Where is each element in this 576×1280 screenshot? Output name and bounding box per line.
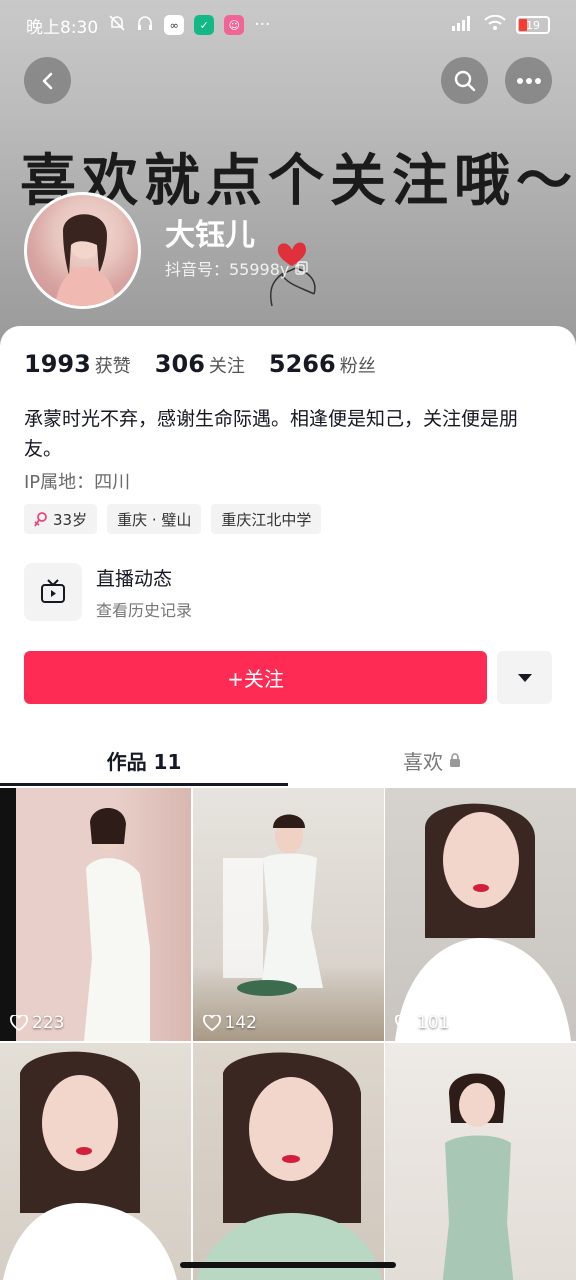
tag-label: 33岁 [53, 510, 88, 529]
signal-icon [450, 15, 474, 36]
tab-label: 喜欢 [403, 749, 443, 774]
stat-label: 粉丝 [339, 356, 376, 377]
video-thumbnail[interactable] [385, 1043, 576, 1280]
video-thumbnail[interactable]: 223 [0, 788, 191, 1041]
video-thumbnail[interactable]: 142 [192, 788, 384, 1041]
video-thumbnail[interactable] [192, 1043, 384, 1280]
chevron-left-icon [42, 72, 52, 89]
battery-level: 19 [526, 18, 540, 32]
stat-followers[interactable]: 5266 粉丝 [269, 350, 376, 378]
more-options-button[interactable] [505, 57, 552, 104]
stat-label: 关注 [208, 356, 245, 377]
video-thumbnail[interactable] [0, 1043, 191, 1280]
stat-label: 获赞 [94, 356, 131, 377]
tag-label: 重庆 · 璧山 [117, 510, 192, 529]
stat-likes[interactable]: 1993 获赞 [24, 350, 131, 378]
shield-app-icon: ✓ [194, 15, 215, 35]
more-notifications-icon: ··· [254, 15, 271, 35]
avatar[interactable] [24, 192, 141, 309]
like-count-text: 142 [224, 1013, 257, 1033]
stat-number: 306 [154, 350, 205, 378]
more-horizontal-icon [516, 77, 541, 84]
douyin-id: 抖音号：55998y [165, 256, 309, 280]
back-button[interactable] [24, 57, 71, 104]
stat-following[interactable]: 306 关注 [155, 350, 245, 378]
tag-label: 重庆江北中学 [221, 510, 312, 529]
content-tabs: 作品 11 喜欢 [0, 734, 576, 786]
copy-icon[interactable] [295, 261, 309, 275]
search-button[interactable] [441, 57, 488, 104]
video-grid: 223 142 101 [0, 788, 576, 1280]
wifi-icon [484, 14, 506, 36]
active-tab-indicator [0, 783, 288, 786]
profile-tags: 33岁 重庆 · 璧山 重庆江北中学 [24, 504, 322, 534]
profile-card: 1993 获赞 306 关注 5266 粉丝 承蒙时光不弃，感谢生命际遇。相逢便是知己… [0, 326, 576, 1280]
live-title: 直播动态 [96, 567, 173, 590]
caret-down-icon [517, 673, 532, 682]
stats-row: 1993 获赞 306 关注 5266 粉丝 [24, 350, 376, 378]
tab-likes[interactable]: 喜欢 [288, 734, 576, 786]
search-icon [454, 70, 475, 91]
female-icon [34, 512, 47, 527]
like-count: 223 [10, 1013, 64, 1033]
tv-icon [41, 579, 65, 603]
tab-label: 作品 11 [106, 749, 182, 774]
battery-icon: 19 [516, 16, 550, 34]
live-icon-box [24, 563, 82, 621]
like-count: 142 [202, 1013, 257, 1033]
live-history-entry[interactable]: 直播动态 查看历史记录 [24, 563, 192, 621]
tab-works[interactable]: 作品 11 [0, 734, 288, 786]
heart-outline-icon [395, 1015, 413, 1031]
video-thumbnail[interactable]: 101 [385, 788, 576, 1041]
like-count: 101 [395, 1013, 449, 1033]
like-count-text: 101 [417, 1013, 450, 1033]
tag-school: 重庆江北中学 [211, 504, 322, 534]
follow-button[interactable]: +关注 [24, 651, 487, 704]
app-notification-icon: ∞ [164, 15, 185, 35]
status-time: 晚上8:30 [26, 17, 99, 38]
ip-location: IP属地：四川 [24, 472, 131, 493]
stat-number: 5266 [268, 350, 336, 378]
lock-icon [450, 752, 460, 767]
tag-age: 33岁 [24, 504, 98, 534]
live-subtitle: 查看历史记录 [96, 600, 193, 620]
headphones-icon [136, 14, 154, 37]
profile-name: 大钰儿 [165, 218, 255, 253]
follow-dropdown-button[interactable] [497, 651, 552, 704]
status-bar: 晚上8:30 ∞ ✓ ☺ ··· 19 [0, 0, 576, 50]
emoji-app-icon: ☺ [224, 15, 245, 35]
heart-outline-icon [10, 1015, 28, 1031]
douyin-id-text: 抖音号：55998y [165, 260, 290, 279]
heart-outline-icon [202, 1015, 221, 1031]
profile-bio: 承蒙时光不弃，感谢生命际遇。相逢便是知己，关注便是朋友。 [24, 408, 519, 460]
stat-number: 1993 [24, 350, 91, 378]
like-count-text: 223 [32, 1013, 65, 1033]
home-indicator [180, 1262, 396, 1268]
mute-icon [108, 14, 126, 37]
tag-location: 重庆 · 璧山 [107, 504, 202, 534]
